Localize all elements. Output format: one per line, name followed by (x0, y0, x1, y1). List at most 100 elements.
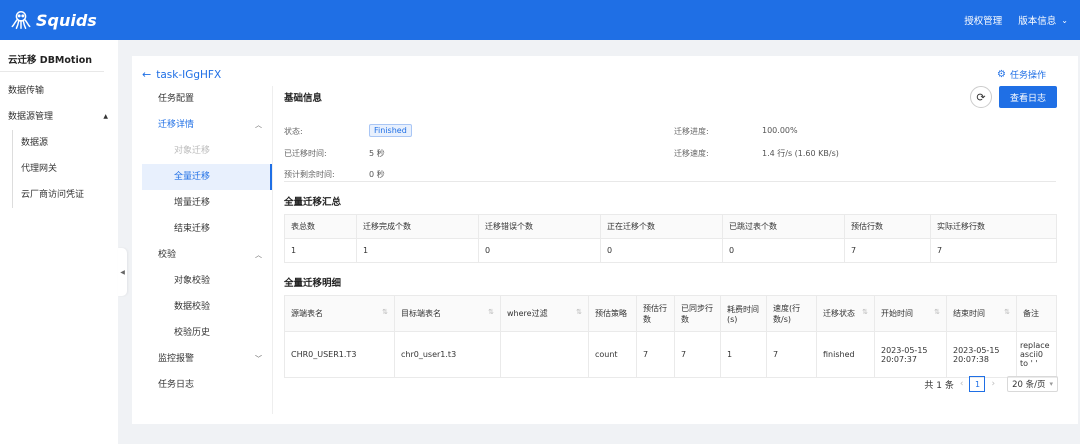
table-row: 1 1 0 0 0 7 7 (284, 238, 1057, 263)
gear-icon: ⚙ (997, 69, 1006, 80)
progress-label: 迁移进度: (674, 127, 709, 136)
detail-header-row: 源端表名 ⇅ 目标端表名 ⇅ where过滤 ⇅ 预估策略 预估行数 已同步行数 耗费… (284, 295, 1057, 332)
basic-info-title: 基础信息 (284, 93, 323, 104)
content-area: 基础信息 ⟳ 查看日志 状态: Finished 已迁移时间: 5 秒 预计剩余… (284, 86, 1057, 378)
top-nav: 授权管理 版本信息 ⌄ (948, 13, 1068, 28)
summary-cell: 1 (284, 238, 357, 263)
detail-cell: 7 (674, 331, 721, 378)
main-panel: ← task-IGgHFX ⚙ 任务操作 任务配置 迁移详情 ︿ 对象迁移 全量… (132, 56, 1078, 424)
detail-cell: finished (816, 331, 875, 378)
submenu-incremental-migration[interactable]: 增量迁移 (142, 190, 272, 216)
submenu-object-migration: 对象迁移 (174, 146, 211, 156)
detail-cell: replace ascii0 to ' ' (1016, 331, 1057, 378)
summary-cell: 0 (600, 238, 723, 263)
sidebar: 云迁移 DBMotion 数据传输 数据源管理 ▲ 数据源 代理网关 云厂商访问… (0, 40, 118, 444)
submenu-migration-detail[interactable]: 迁移详情 ︿ (142, 112, 272, 138)
table-row: CHR0_USER1.T3 chr0_user1.t3 count 7 7 1 … (284, 331, 1057, 378)
refresh-button[interactable]: ⟳ (970, 86, 992, 108)
summary-col-header: 迁移完成个数 (356, 214, 479, 239)
summary-table: 表总数 迁移完成个数 迁移错误个数 正在迁移个数 已跳过表个数 预估行数 实际迁… (284, 214, 1057, 263)
sidebar-item-datasource-management[interactable]: 数据源管理 ▲ (0, 104, 118, 130)
basic-info-grid: 状态: Finished 已迁移时间: 5 秒 预计剩余时间: 0 秒 迁移进度… (284, 112, 1056, 182)
speed-label: 迁移速度: (674, 149, 709, 158)
detail-col-header-start-time[interactable]: 开始时间 ⇅ (874, 295, 947, 332)
chevron-up-icon: ︿ (255, 251, 262, 259)
detail-cell: count (588, 331, 637, 378)
detail-col-header: 速度(行数/s) (766, 295, 817, 332)
nav-license-label: 授权管理 (964, 16, 1003, 27)
detail-cell: 2023-05-15 20:07:37 (874, 331, 947, 378)
detail-cell: 1 (720, 331, 767, 378)
sidebar-collapse-handle[interactable]: ◀ (118, 248, 127, 296)
task-operations-button[interactable]: ⚙ 任务操作 (997, 68, 1046, 81)
sort-icon[interactable]: ⇅ (488, 308, 494, 316)
submenu-verify-history[interactable]: 校验历史 (142, 320, 272, 346)
sidebar-sub-menu: 数据源 代理网关 云厂商访问凭证 (12, 130, 118, 208)
submenu-task-config[interactable]: 任务配置 (142, 86, 272, 112)
task-submenu: 任务配置 迁移详情 ︿ 对象迁移 全量迁移 增量迁移 结束迁移 校验 ︿ 对象校… (142, 86, 273, 414)
submenu-full-migration[interactable]: 全量迁移 (142, 164, 272, 190)
detail-col-header-source-table[interactable]: 源端表名 ⇅ (284, 295, 395, 332)
summary-cell: 0 (478, 238, 601, 263)
sort-icon[interactable]: ⇅ (934, 308, 940, 316)
brand-name: Squids (36, 10, 97, 30)
summary-title: 全量迁移汇总 (284, 197, 342, 208)
summary-cell: 1 (356, 238, 479, 263)
task-name: task-IGgHFX (156, 68, 222, 81)
nav-license-management[interactable]: 授权管理 (964, 13, 1002, 27)
top-bar: Squids 授权管理 版本信息 ⌄ (0, 0, 1080, 40)
speed-value: 1.4 行/s (1.60 KB/s) (762, 149, 839, 158)
summary-col-header: 表总数 (284, 214, 357, 239)
sidebar-item-datasource[interactable]: 数据源 (21, 130, 118, 156)
sort-icon[interactable]: ⇅ (1004, 308, 1010, 316)
remaining-value: 0 秒 (369, 170, 385, 179)
arrow-left-icon: ← (142, 68, 152, 81)
summary-col-header: 预估行数 (844, 214, 931, 239)
elapsed-value: 5 秒 (369, 149, 385, 158)
summary-col-header: 迁移错误个数 (478, 214, 601, 239)
page-size-select[interactable]: 20 条/页 ▾ (1007, 376, 1058, 392)
detail-cell: CHR0_USER1.T3 (284, 331, 395, 378)
detail-col-header-where[interactable]: where过滤 ⇅ (500, 295, 589, 332)
detail-col-header-status[interactable]: 迁移状态 ⇅ (816, 295, 875, 332)
sort-icon[interactable]: ⇅ (576, 308, 582, 316)
page-size-label: 20 条/页 (1012, 380, 1046, 390)
submenu-end-migration[interactable]: 结束迁移 (142, 216, 272, 242)
submenu-object-verify[interactable]: 对象校验 (142, 268, 272, 294)
detail-col-header: 备注 (1016, 295, 1057, 332)
submenu-label: 迁移详情 (158, 120, 195, 130)
detail-col-header: 耗费时间(s) (720, 295, 767, 332)
sidebar-title: 云迁移 DBMotion (0, 40, 104, 72)
brand-logo[interactable]: Squids (10, 9, 97, 31)
detail-col-header: 预估策略 (588, 295, 637, 332)
detail-cell: chr0_user1.t3 (394, 331, 501, 378)
nav-version-info[interactable]: 版本信息 ⌄ (1018, 13, 1068, 28)
task-operations-label: 任务操作 (1009, 71, 1046, 81)
detail-cell: 7 (766, 331, 817, 378)
submenu-data-verify[interactable]: 数据校验 (142, 294, 272, 320)
submenu-task-log[interactable]: 任务日志 (142, 372, 272, 398)
detail-col-header-end-time[interactable]: 结束时间 ⇅ (946, 295, 1017, 332)
summary-cell: 7 (844, 238, 931, 263)
remaining-label: 预计剩余时间: (284, 170, 335, 179)
sidebar-item-cloud-credentials[interactable]: 云厂商访问凭证 (21, 182, 118, 208)
pagination-total: 共 1 条 (924, 380, 954, 391)
page-number-button[interactable]: 1 (969, 376, 986, 392)
sort-icon[interactable]: ⇅ (382, 308, 388, 316)
chevron-down-icon: ▾ (1049, 380, 1053, 388)
submenu-verify[interactable]: 校验 ︿ (142, 242, 272, 268)
detail-col-header-target-table[interactable]: 目标端表名 ⇅ (394, 295, 501, 332)
next-page-icon[interactable]: › (991, 379, 995, 389)
prev-page-icon[interactable]: ‹ (960, 379, 964, 389)
view-log-button[interactable]: 查看日志 (999, 86, 1057, 108)
sort-icon[interactable]: ⇅ (862, 308, 868, 316)
summary-col-header: 实际迁移行数 (930, 214, 1057, 239)
submenu-label: 校验 (158, 250, 177, 260)
sidebar-item-proxy-gateway[interactable]: 代理网关 (21, 156, 118, 182)
back-link[interactable]: ← task-IGgHFX (142, 68, 221, 81)
summary-cell: 0 (722, 238, 845, 263)
chevron-down-icon: ﹀ (255, 355, 262, 363)
submenu-monitor-alert[interactable]: 监控报警 ﹀ (142, 346, 272, 372)
summary-cell: 7 (930, 238, 1057, 263)
sidebar-item-data-transfer[interactable]: 数据传输 (0, 78, 118, 104)
